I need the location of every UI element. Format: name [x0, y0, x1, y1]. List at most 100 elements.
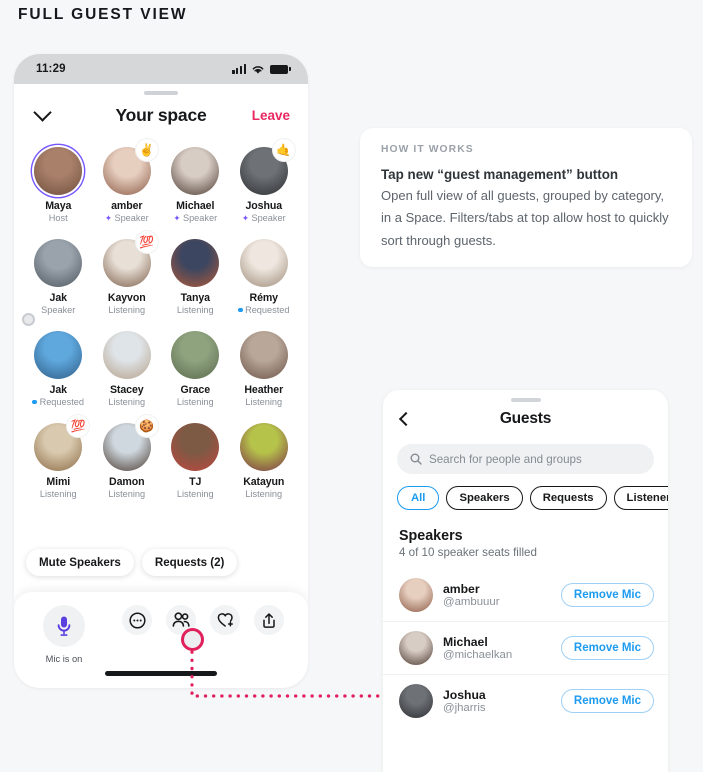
- avatar-wrap: [34, 331, 83, 379]
- participant-grid-wrap: Maya Host ✌️ amber ✦ Speaker Michael ✦ Speaker 🤙 J…: [14, 135, 308, 499]
- participant-cell[interactable]: Maya Host: [24, 147, 93, 223]
- participant-name: Heather: [244, 384, 284, 396]
- participant-cell[interactable]: Tanya Listening: [161, 239, 230, 315]
- share-up-icon[interactable]: [254, 605, 284, 635]
- avatar-wrap: 🍪: [102, 415, 158, 471]
- avatar: [399, 631, 433, 665]
- heart-plus-icon[interactable]: [210, 605, 240, 635]
- avatar-wrap: [239, 423, 288, 471]
- participant-role-label: Listening: [108, 489, 146, 499]
- tab-speakers[interactable]: Speakers: [446, 486, 523, 510]
- guest-meta: Joshua @jharris: [443, 688, 486, 715]
- cellular-bars-icon: [232, 64, 246, 74]
- participant-cell[interactable]: Rémy Requested: [230, 239, 299, 315]
- participant-role-label: Requested: [245, 305, 290, 315]
- participant-cell[interactable]: Katayun Listening: [230, 423, 299, 499]
- tab-listeners[interactable]: Listeners: [613, 486, 668, 510]
- avatar-wrap: [239, 239, 288, 287]
- guest-row[interactable]: amber @ambuuur Remove Mic: [383, 569, 668, 621]
- overlay-pill-row: Mute Speakers Requests (2): [26, 549, 238, 576]
- bottom-bar-actions: [122, 605, 284, 635]
- participant-role-label: Listening: [245, 489, 283, 499]
- participant-name: Maya: [45, 200, 72, 212]
- avatar-wrap: 💯: [34, 415, 90, 471]
- speakers-section-header: Speakers 4 of 10 speaker seats filled: [383, 510, 668, 559]
- search-placeholder: Search for people and groups: [429, 452, 582, 466]
- search-input[interactable]: Search for people and groups: [397, 444, 654, 474]
- tab-all[interactable]: All: [397, 486, 440, 510]
- participant-name: amber: [111, 200, 143, 212]
- participant-cell[interactable]: Stacey Listening: [93, 331, 162, 407]
- remove-mic-button[interactable]: Remove Mic: [560, 636, 654, 660]
- participant-name: Grace: [180, 384, 211, 396]
- guest-meta: Michael @michaelkan: [443, 635, 512, 662]
- participant-role: Listening: [177, 397, 214, 407]
- participant-name: Joshua: [245, 200, 283, 212]
- avatar: [34, 239, 83, 287]
- participant-role: Listening: [177, 489, 214, 499]
- remove-mic-button[interactable]: Remove Mic: [560, 583, 654, 607]
- leave-button[interactable]: Leave: [252, 108, 290, 123]
- participant-cell[interactable]: 🤙 Joshua ✦ Speaker: [230, 139, 299, 223]
- mic-block[interactable]: Mic is on: [36, 605, 92, 664]
- emoji-reaction-icon[interactable]: [122, 605, 152, 635]
- participant-name: Rémy: [249, 292, 279, 304]
- status-bar: 11:29: [14, 54, 308, 84]
- participant-name: Jak: [49, 384, 67, 396]
- avatar: [239, 423, 288, 471]
- search-icon: [410, 453, 422, 465]
- reaction-emoji-bubble: ✌️: [135, 139, 158, 161]
- how-it-works-kicker: HOW IT WORKS: [381, 144, 474, 155]
- participant-name: Mimi: [46, 476, 71, 488]
- overlay-pill-requests-2[interactable]: Requests (2): [141, 549, 238, 576]
- mic-status-label: Mic is on: [45, 654, 83, 664]
- participant-cell[interactable]: 💯 Mimi Listening: [24, 415, 93, 499]
- participant-cell[interactable]: Jak Requested: [24, 331, 93, 407]
- reaction-emoji-bubble: 💯: [67, 415, 90, 437]
- participant-role-label: Listening: [176, 489, 214, 499]
- participant-cell[interactable]: 🍪 Damon Listening: [93, 415, 162, 499]
- participant-cell[interactable]: TJ Listening: [161, 423, 230, 499]
- participant-cell[interactable]: 💯 Kayvon Listening: [93, 231, 162, 315]
- avatar-wrap: [34, 239, 83, 287]
- speaker-badge-icon: ✦: [104, 212, 112, 223]
- guest-name: amber: [443, 581, 480, 596]
- avatar-wrap: [102, 331, 151, 379]
- guest-name: Joshua: [443, 687, 486, 702]
- participant-role: ✦ Speaker: [105, 213, 149, 223]
- participant-role-label: Requested: [39, 397, 85, 407]
- participant-role-label: Speaker: [114, 213, 149, 223]
- participant-cell[interactable]: Heather Listening: [230, 331, 299, 407]
- avatar-wrap: [34, 147, 83, 195]
- speaker-badge-icon: ✦: [241, 212, 249, 223]
- guest-handle: @michaelkan: [443, 649, 513, 662]
- guest-row[interactable]: Michael @michaelkan Remove Mic: [383, 621, 668, 674]
- participant-role: Requested: [32, 397, 84, 407]
- participant-role-label: Speaker: [251, 213, 286, 223]
- phone-mockup: 11:29 Your space Leave Maya Host ✌️ amber ✦ S…: [14, 54, 308, 688]
- avatar: [34, 331, 83, 379]
- participant-cell[interactable]: ✌️ amber ✦ Speaker: [93, 139, 162, 223]
- avatar-wrap: 🤙: [239, 139, 295, 195]
- microphone-icon[interactable]: [43, 605, 85, 647]
- request-dot-icon: [32, 399, 38, 405]
- participant-grid: Maya Host ✌️ amber ✦ Speaker Michael ✦ Speaker 🤙 J…: [24, 139, 299, 499]
- status-time: 11:29: [36, 63, 66, 75]
- guest-row[interactable]: Joshua @jharris Remove Mic: [383, 674, 668, 727]
- avatar: [171, 147, 220, 195]
- avatar: [399, 684, 433, 718]
- participant-role-label: Listening: [176, 397, 214, 407]
- participant-cell[interactable]: Michael ✦ Speaker: [161, 147, 230, 223]
- overlay-pill-mute-speakers[interactable]: Mute Speakers: [26, 549, 134, 576]
- participant-cell[interactable]: Grace Listening: [161, 331, 230, 407]
- home-indicator: [105, 671, 217, 676]
- participant-cell[interactable]: Jak Speaker: [24, 239, 93, 315]
- avatar: [399, 578, 433, 612]
- participant-role-label: Speaker: [182, 213, 218, 223]
- participant-role-label: Listening: [108, 397, 146, 407]
- avatar-wrap: [171, 147, 220, 195]
- remove-mic-button[interactable]: Remove Mic: [560, 689, 654, 713]
- avatar-wrap: [171, 239, 220, 287]
- tab-requests[interactable]: Requests: [529, 486, 607, 510]
- participant-role: Listening: [40, 489, 77, 499]
